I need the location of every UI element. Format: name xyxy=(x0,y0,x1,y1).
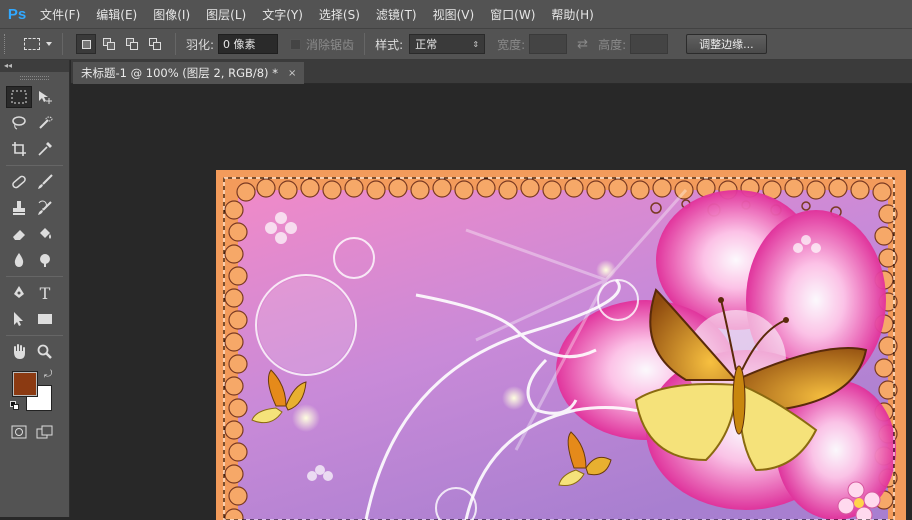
path-selection-icon xyxy=(14,312,23,326)
hand-tool[interactable] xyxy=(6,341,32,363)
paint-bucket-icon xyxy=(40,228,51,239)
foreground-color-swatch[interactable] xyxy=(12,371,38,397)
new-selection-button[interactable] xyxy=(76,34,96,54)
rectangle-icon xyxy=(38,314,52,324)
lasso-tool[interactable] xyxy=(6,112,32,134)
stamp-icon xyxy=(13,201,25,215)
history-brush-tool[interactable] xyxy=(32,197,58,219)
menu-layer[interactable]: 图层(L) xyxy=(200,6,252,23)
height-input[interactable] xyxy=(630,34,669,54)
eraser-tool[interactable] xyxy=(6,223,32,245)
swap-colors-icon[interactable]: ⤾ xyxy=(44,369,52,380)
photoshop-logo: Ps xyxy=(7,5,27,23)
eyedropper-tool[interactable] xyxy=(32,138,58,160)
menu-file[interactable]: 文件(F) xyxy=(34,6,86,23)
lasso-icon xyxy=(12,116,26,130)
style-value: 正常 xyxy=(415,38,438,51)
menu-bar: Ps 文件(F) 编辑(E) 图像(I) 图层(L) 文字(Y) 选择(S) 滤… xyxy=(0,0,912,28)
move-icon xyxy=(39,91,52,104)
healing-brush-tool[interactable] xyxy=(6,171,32,193)
feather-label: 羽化: xyxy=(186,37,215,52)
history-brush-icon xyxy=(38,200,52,215)
width-input[interactable] xyxy=(529,34,568,54)
document-tab-bar: 未标题-1 @ 100% (图层 2, RGB/8) * × xyxy=(71,60,912,84)
antialias-check-icon xyxy=(290,38,302,50)
options-bar: 羽化: 0 像素 消除锯齿 样式: 正常 ⇕ 宽度: ⇄ 高度: 调整边缘... xyxy=(0,28,912,60)
water-drop-icon xyxy=(14,253,24,267)
pen-icon xyxy=(14,286,24,298)
zoom-tool[interactable] xyxy=(32,341,58,363)
subtract-selection-icon xyxy=(126,38,138,50)
quick-mask-icon xyxy=(11,425,27,439)
subtract-from-selection-button[interactable] xyxy=(122,34,142,54)
menu-image[interactable]: 图像(I) xyxy=(147,6,196,23)
add-selection-icon xyxy=(103,38,115,50)
menu-view[interactable]: 视图(V) xyxy=(427,6,481,23)
intersect-selection-button[interactable] xyxy=(145,34,165,54)
butterfly-artwork-image xyxy=(216,170,906,520)
eraser-icon xyxy=(13,230,25,240)
quick-mask-button[interactable] xyxy=(6,421,32,443)
dodge-tool[interactable] xyxy=(32,249,58,271)
default-colors-icon[interactable] xyxy=(10,401,20,411)
collapse-panel-icon[interactable]: ◂◂ xyxy=(0,60,69,72)
panel-grip[interactable] xyxy=(20,76,49,80)
style-select[interactable]: 正常 ⇕ xyxy=(409,34,486,54)
blur-tool[interactable] xyxy=(6,249,32,271)
feather-input[interactable]: 0 像素 xyxy=(218,34,279,54)
color-swatches: ⤾ xyxy=(0,369,69,419)
menu-type[interactable]: 文字(Y) xyxy=(256,6,309,23)
type-icon: T xyxy=(39,283,51,303)
crop-icon xyxy=(12,142,26,156)
crop-tool[interactable] xyxy=(6,138,32,160)
menu-edit[interactable]: 编辑(E) xyxy=(90,6,143,23)
menu-help[interactable]: 帮助(H) xyxy=(545,6,599,23)
style-label: 样式: xyxy=(375,37,404,52)
close-icon[interactable]: × xyxy=(288,68,296,79)
paint-bucket-tool[interactable] xyxy=(32,223,58,245)
tools-panel: ◂◂ T ⤾ xyxy=(0,60,70,517)
width-label: 宽度: xyxy=(497,37,526,52)
options-grip[interactable] xyxy=(4,34,10,54)
rectangular-marquee-icon[interactable] xyxy=(24,38,40,50)
canvas-workspace[interactable] xyxy=(71,84,912,520)
type-tool[interactable]: T xyxy=(32,282,58,304)
screen-mode-icon xyxy=(36,425,53,439)
menu-select[interactable]: 选择(S) xyxy=(313,6,366,23)
marquee-tool[interactable] xyxy=(6,86,32,108)
select-arrows-icon: ⇕ xyxy=(472,39,480,49)
antialias-label: 消除锯齿 xyxy=(306,37,355,52)
document-tab[interactable]: 未标题-1 @ 100% (图层 2, RGB/8) * × xyxy=(73,62,305,84)
intersect-selection-icon xyxy=(149,38,161,50)
document-canvas[interactable] xyxy=(216,170,906,520)
antialias-checkbox[interactable]: 消除锯齿 xyxy=(290,36,354,53)
document-title: 未标题-1 @ 100% (图层 2, RGB/8) * xyxy=(81,66,278,80)
hand-icon xyxy=(14,344,25,359)
quick-selection-icon xyxy=(39,116,53,129)
eyedropper-icon xyxy=(38,142,52,156)
move-tool[interactable] xyxy=(32,86,58,108)
brush-icon xyxy=(38,174,53,189)
tool-preset-dropdown-icon[interactable] xyxy=(46,42,52,46)
menu-filter[interactable]: 滤镜(T) xyxy=(370,6,423,23)
bandage-icon xyxy=(12,175,26,189)
screen-mode-button[interactable] xyxy=(32,421,58,443)
new-selection-icon xyxy=(81,39,91,49)
brush-tool[interactable] xyxy=(32,171,58,193)
add-to-selection-button[interactable] xyxy=(99,34,119,54)
path-selection-tool[interactable] xyxy=(6,308,32,330)
rectangle-tool[interactable] xyxy=(32,308,58,330)
swap-width-height-icon[interactable]: ⇄ xyxy=(577,37,588,52)
zoom-icon xyxy=(37,344,52,359)
marquee-icon xyxy=(11,90,27,104)
refine-edge-button[interactable]: 调整边缘... xyxy=(686,34,767,54)
height-label: 高度: xyxy=(598,37,627,52)
quick-selection-tool[interactable] xyxy=(32,112,58,134)
pen-tool[interactable] xyxy=(6,282,32,304)
menu-window[interactable]: 窗口(W) xyxy=(484,6,541,23)
dodge-icon xyxy=(40,254,50,267)
clone-stamp-tool[interactable] xyxy=(6,197,32,219)
